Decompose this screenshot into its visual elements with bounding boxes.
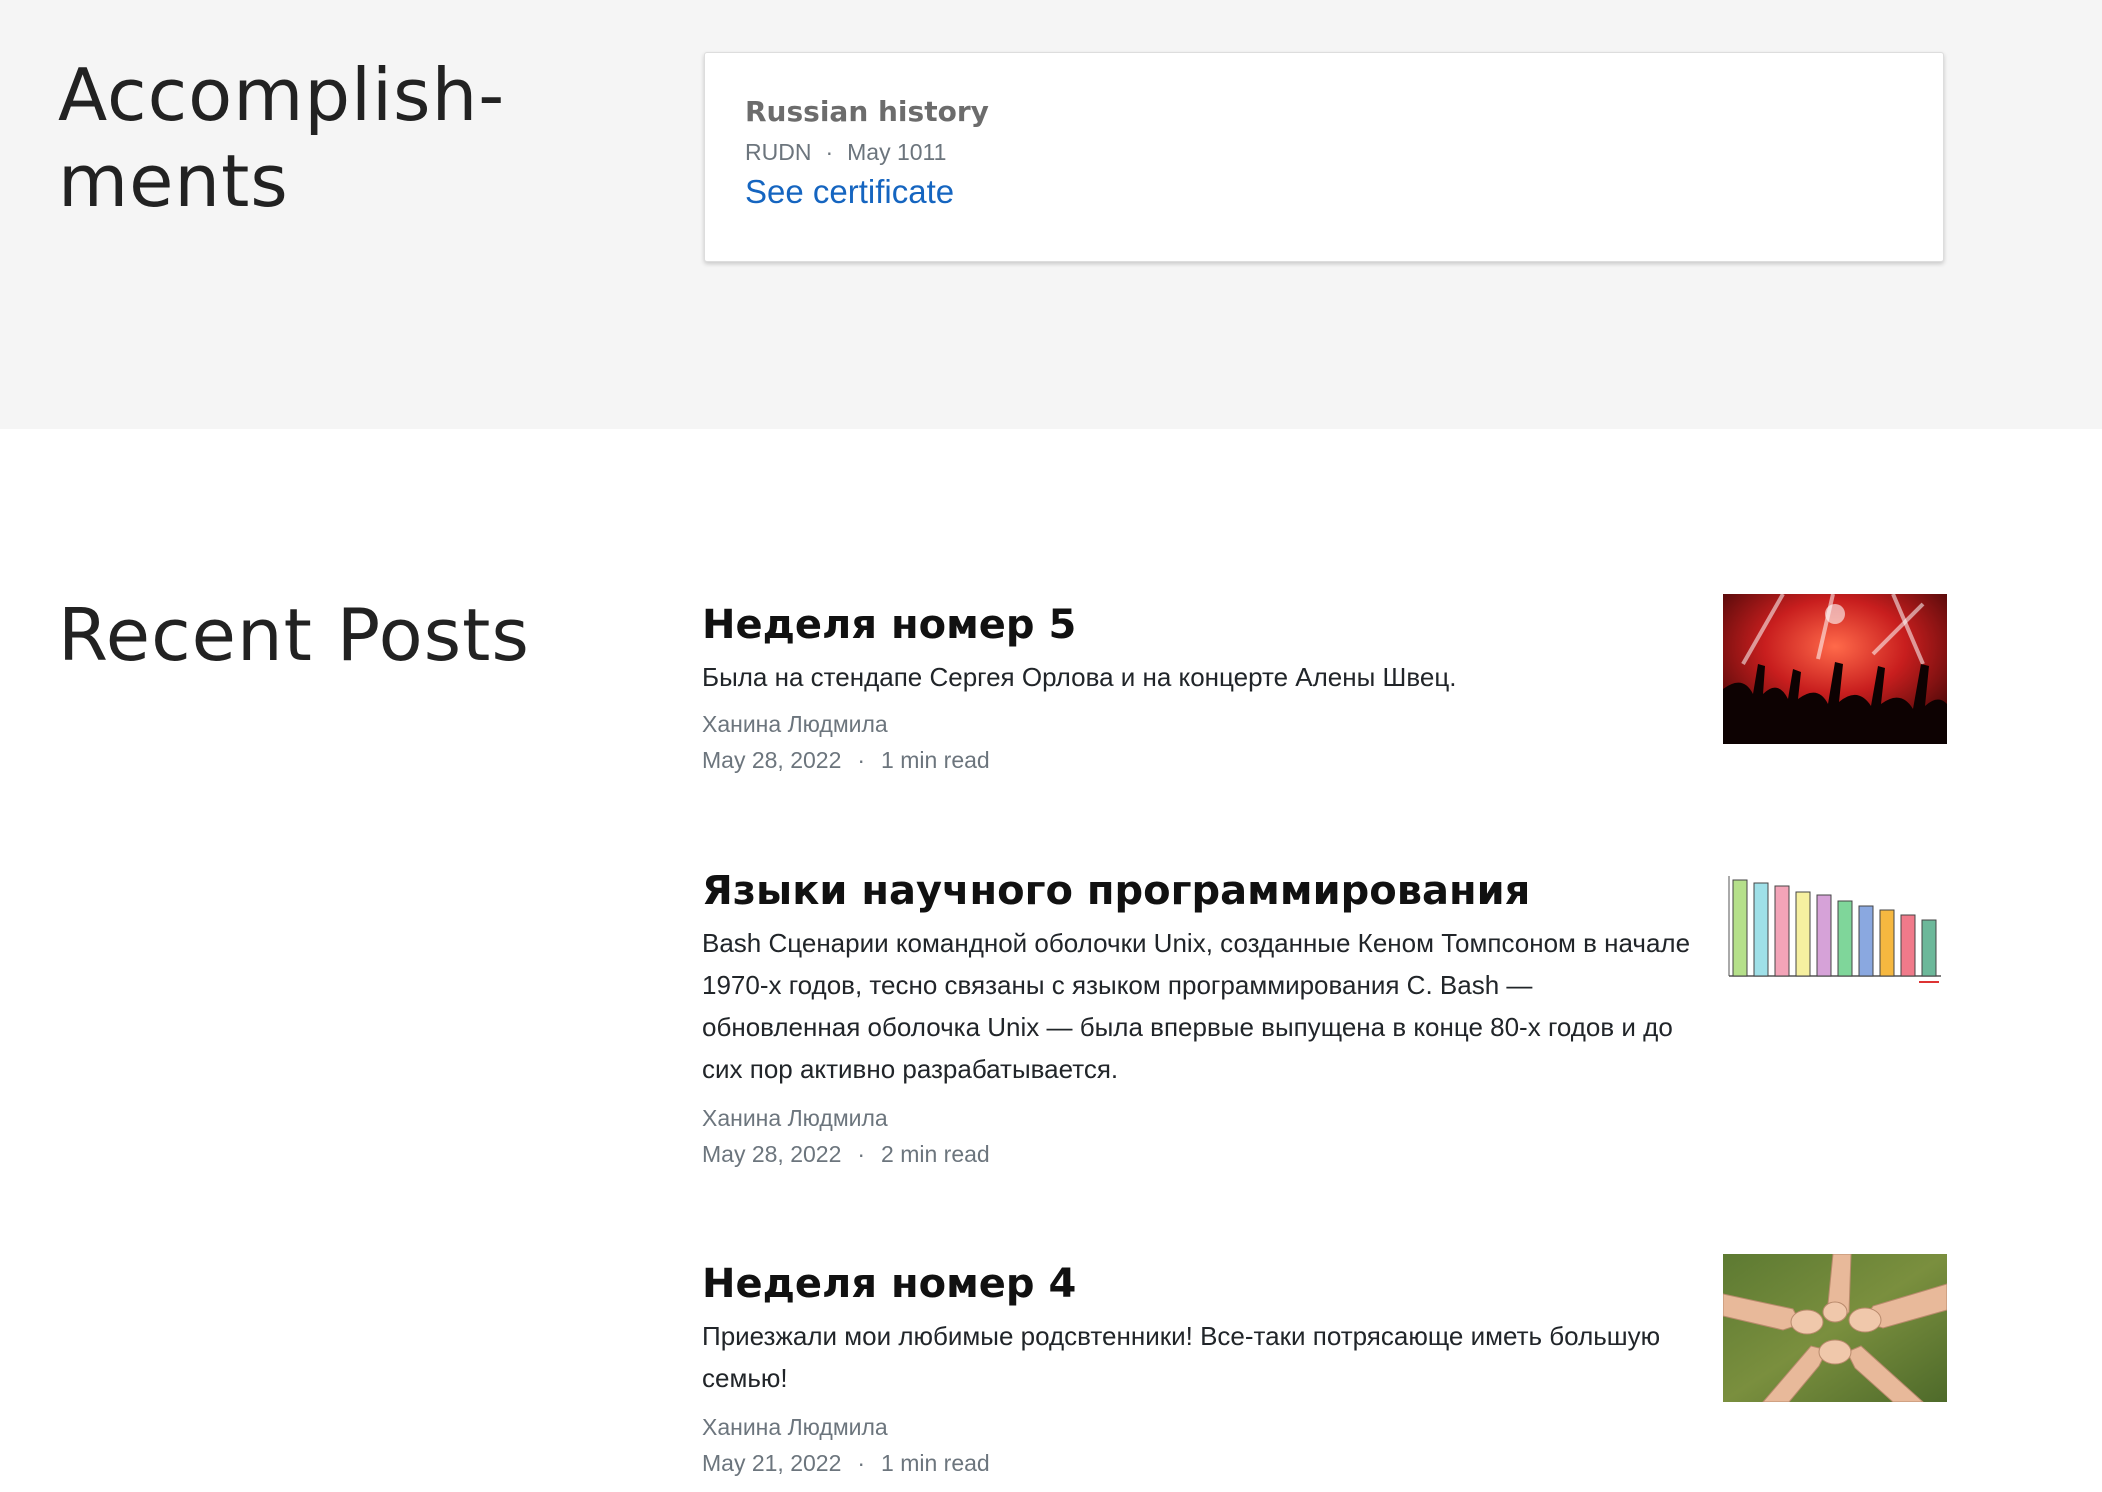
see-certificate-link[interactable]: See certificate — [745, 173, 954, 211]
post-read-time: 1 min read — [881, 1450, 990, 1476]
post-read-time: 1 min read — [881, 747, 990, 773]
post-excerpt: Bash Сценарии командной оболочки Unix, с… — [702, 928, 1691, 1084]
post-thumbnail-languages-chart[interactable] — [1723, 868, 1947, 988]
certificate-name: Russian history — [745, 95, 989, 128]
post-read-time: 2 min read — [881, 1141, 990, 1167]
meta-separator: · — [857, 1450, 866, 1476]
post-item[interactable]: Неделя номер 5 Была на стендапе Сергея О… — [702, 594, 1947, 778]
post-date: May 28, 2022 — [702, 1141, 842, 1167]
post-item[interactable]: Языки научного программирования Bash Сце… — [702, 866, 1947, 1172]
post-meta: May 28, 2022 · 2 min read — [702, 1136, 1947, 1172]
post-meta: May 28, 2022 · 1 min read — [702, 742, 1947, 778]
post-date: May 28, 2022 — [702, 747, 842, 773]
certificate-card: Russian history RUDN · May 1011 See certif… — [704, 52, 1944, 262]
accomplishments-title-line2: ments — [58, 139, 289, 223]
certificate-issuer: RUDN — [745, 139, 812, 165]
accomplishments-title-line1: Accomplish- — [58, 53, 506, 137]
post-author: Ханина Людмила — [702, 1414, 888, 1440]
post-excerpt: Была на стендапе Сергея Орлова и на конц… — [702, 662, 1457, 692]
accomplishments-section: Accomplish-ments Russian history RUDN · Ma… — [0, 0, 2102, 429]
certificate-date: May 1011 — [847, 139, 947, 165]
post-date: May 21, 2022 — [702, 1450, 842, 1476]
post-thumbnail-hands[interactable] — [1723, 1254, 1947, 1402]
post-thumbnail-concert[interactable] — [1723, 594, 1947, 744]
meta-separator: · — [857, 1141, 866, 1167]
meta-separator: · — [857, 747, 866, 773]
post-meta: May 21, 2022 · 1 min read — [702, 1445, 1947, 1481]
certificate-meta: RUDN · May 1011 — [745, 139, 946, 166]
meta-separator: · — [825, 139, 834, 165]
post-item[interactable]: Неделя номер 4 Приезжали мои любимые род… — [702, 1254, 1947, 1481]
post-excerpt: Приезжали мои любимые родсвтенники! Все-… — [702, 1321, 1661, 1393]
accomplishments-title: Accomplish-ments — [58, 52, 618, 224]
recent-posts-title: Recent Posts — [58, 593, 530, 677]
post-author: Ханина Людмила — [702, 1105, 888, 1131]
